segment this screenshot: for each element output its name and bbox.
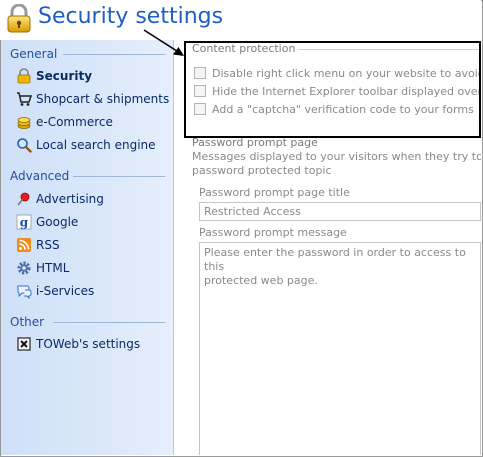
sidebar: General Security Shopcart & shipments e-…: [1, 40, 174, 455]
option-label: Add a "captcha" verification code to you…: [212, 102, 474, 116]
gear-icon: [17, 261, 31, 275]
page-title: Security settings: [38, 4, 224, 29]
section-divider: [53, 322, 165, 323]
chat-icon: [17, 285, 32, 299]
message-text-line: protected web page.: [204, 274, 318, 287]
sidebar-item-iservices[interactable]: i-Services: [16, 282, 94, 300]
sidebar-item-security[interactable]: Security: [16, 67, 92, 85]
option-hide-ie-toolbar[interactable]: Hide the Internet Explorer toolbar displ…: [194, 83, 481, 99]
checkbox[interactable]: [194, 103, 206, 115]
sidebar-item-label: Google: [36, 215, 79, 229]
sidebar-item-shopcart[interactable]: Shopcart & shipments: [16, 90, 169, 108]
page-title-label: Password prompt page title: [199, 186, 350, 199]
sidebar-section-general: General: [10, 47, 58, 61]
content-protection-title: Content protection: [192, 42, 296, 55]
page-title-input[interactable]: Restricted Access: [199, 202, 481, 221]
svg-text:g: g: [20, 216, 29, 230]
lock-icon: [7, 4, 31, 33]
message-text-line: Please enter the password in order to ac…: [204, 246, 466, 273]
sidebar-item-advertising[interactable]: Advertising: [16, 190, 104, 208]
rss-icon: [17, 238, 31, 252]
group-divider: [298, 49, 481, 50]
pushpin-icon: [17, 192, 30, 206]
option-captcha[interactable]: Add a "captcha" verification code to you…: [194, 101, 474, 117]
coins-icon: [17, 117, 31, 129]
close-box-icon: [17, 337, 31, 351]
sidebar-item-label: i-Services: [36, 284, 95, 298]
sidebar-item-label: RSS: [36, 238, 60, 252]
sidebar-item-label: e-Commerce: [36, 115, 113, 129]
section-divider: [63, 54, 165, 55]
page-header: Security settings: [0, 0, 481, 40]
password-prompt-title: Password prompt page: [192, 136, 318, 149]
checkbox[interactable]: [194, 67, 206, 79]
sidebar-item-ecommerce[interactable]: e-Commerce: [16, 113, 113, 131]
checkbox[interactable]: [194, 85, 206, 97]
option-disable-right-click[interactable]: Disable right click menu on your website…: [194, 65, 481, 81]
sidebar-item-label: Local search engine: [36, 138, 156, 152]
sidebar-item-toweb-settings[interactable]: TOWeb's settings: [16, 335, 140, 353]
magnifier-icon: [17, 138, 32, 153]
password-prompt-description-cont: password protected topic: [192, 164, 332, 177]
sidebar-item-label: Advertising: [36, 192, 104, 206]
sidebar-item-label: TOWeb's settings: [36, 337, 141, 351]
sidebar-item-label: Shopcart & shipments: [36, 92, 170, 106]
sidebar-item-google[interactable]: g Google: [16, 213, 78, 231]
sidebar-item-rss[interactable]: RSS: [16, 236, 60, 254]
sidebar-item-label: Security: [36, 69, 93, 83]
sidebar-item-label: HTML: [36, 261, 70, 275]
password-prompt-description: Messages displayed to your visitors when…: [192, 150, 481, 163]
message-textarea[interactable]: Please enter the password in order to ac…: [199, 242, 481, 455]
google-icon: g: [16, 214, 32, 230]
sidebar-item-html[interactable]: HTML: [16, 259, 69, 277]
lock-icon: [17, 68, 31, 84]
settings-content: Content protection Disable right click m…: [174, 40, 481, 455]
message-label: Password prompt message: [199, 226, 347, 239]
option-label: Hide the Internet Explorer toolbar displ…: [212, 84, 481, 98]
cart-icon: [17, 92, 32, 106]
sidebar-section-advanced: Advanced: [10, 169, 70, 183]
sidebar-section-other: Other: [10, 315, 45, 329]
option-label: Disable right click menu on your website…: [212, 66, 481, 80]
section-divider: [73, 176, 165, 177]
sidebar-item-local-search[interactable]: Local search engine: [16, 136, 156, 154]
